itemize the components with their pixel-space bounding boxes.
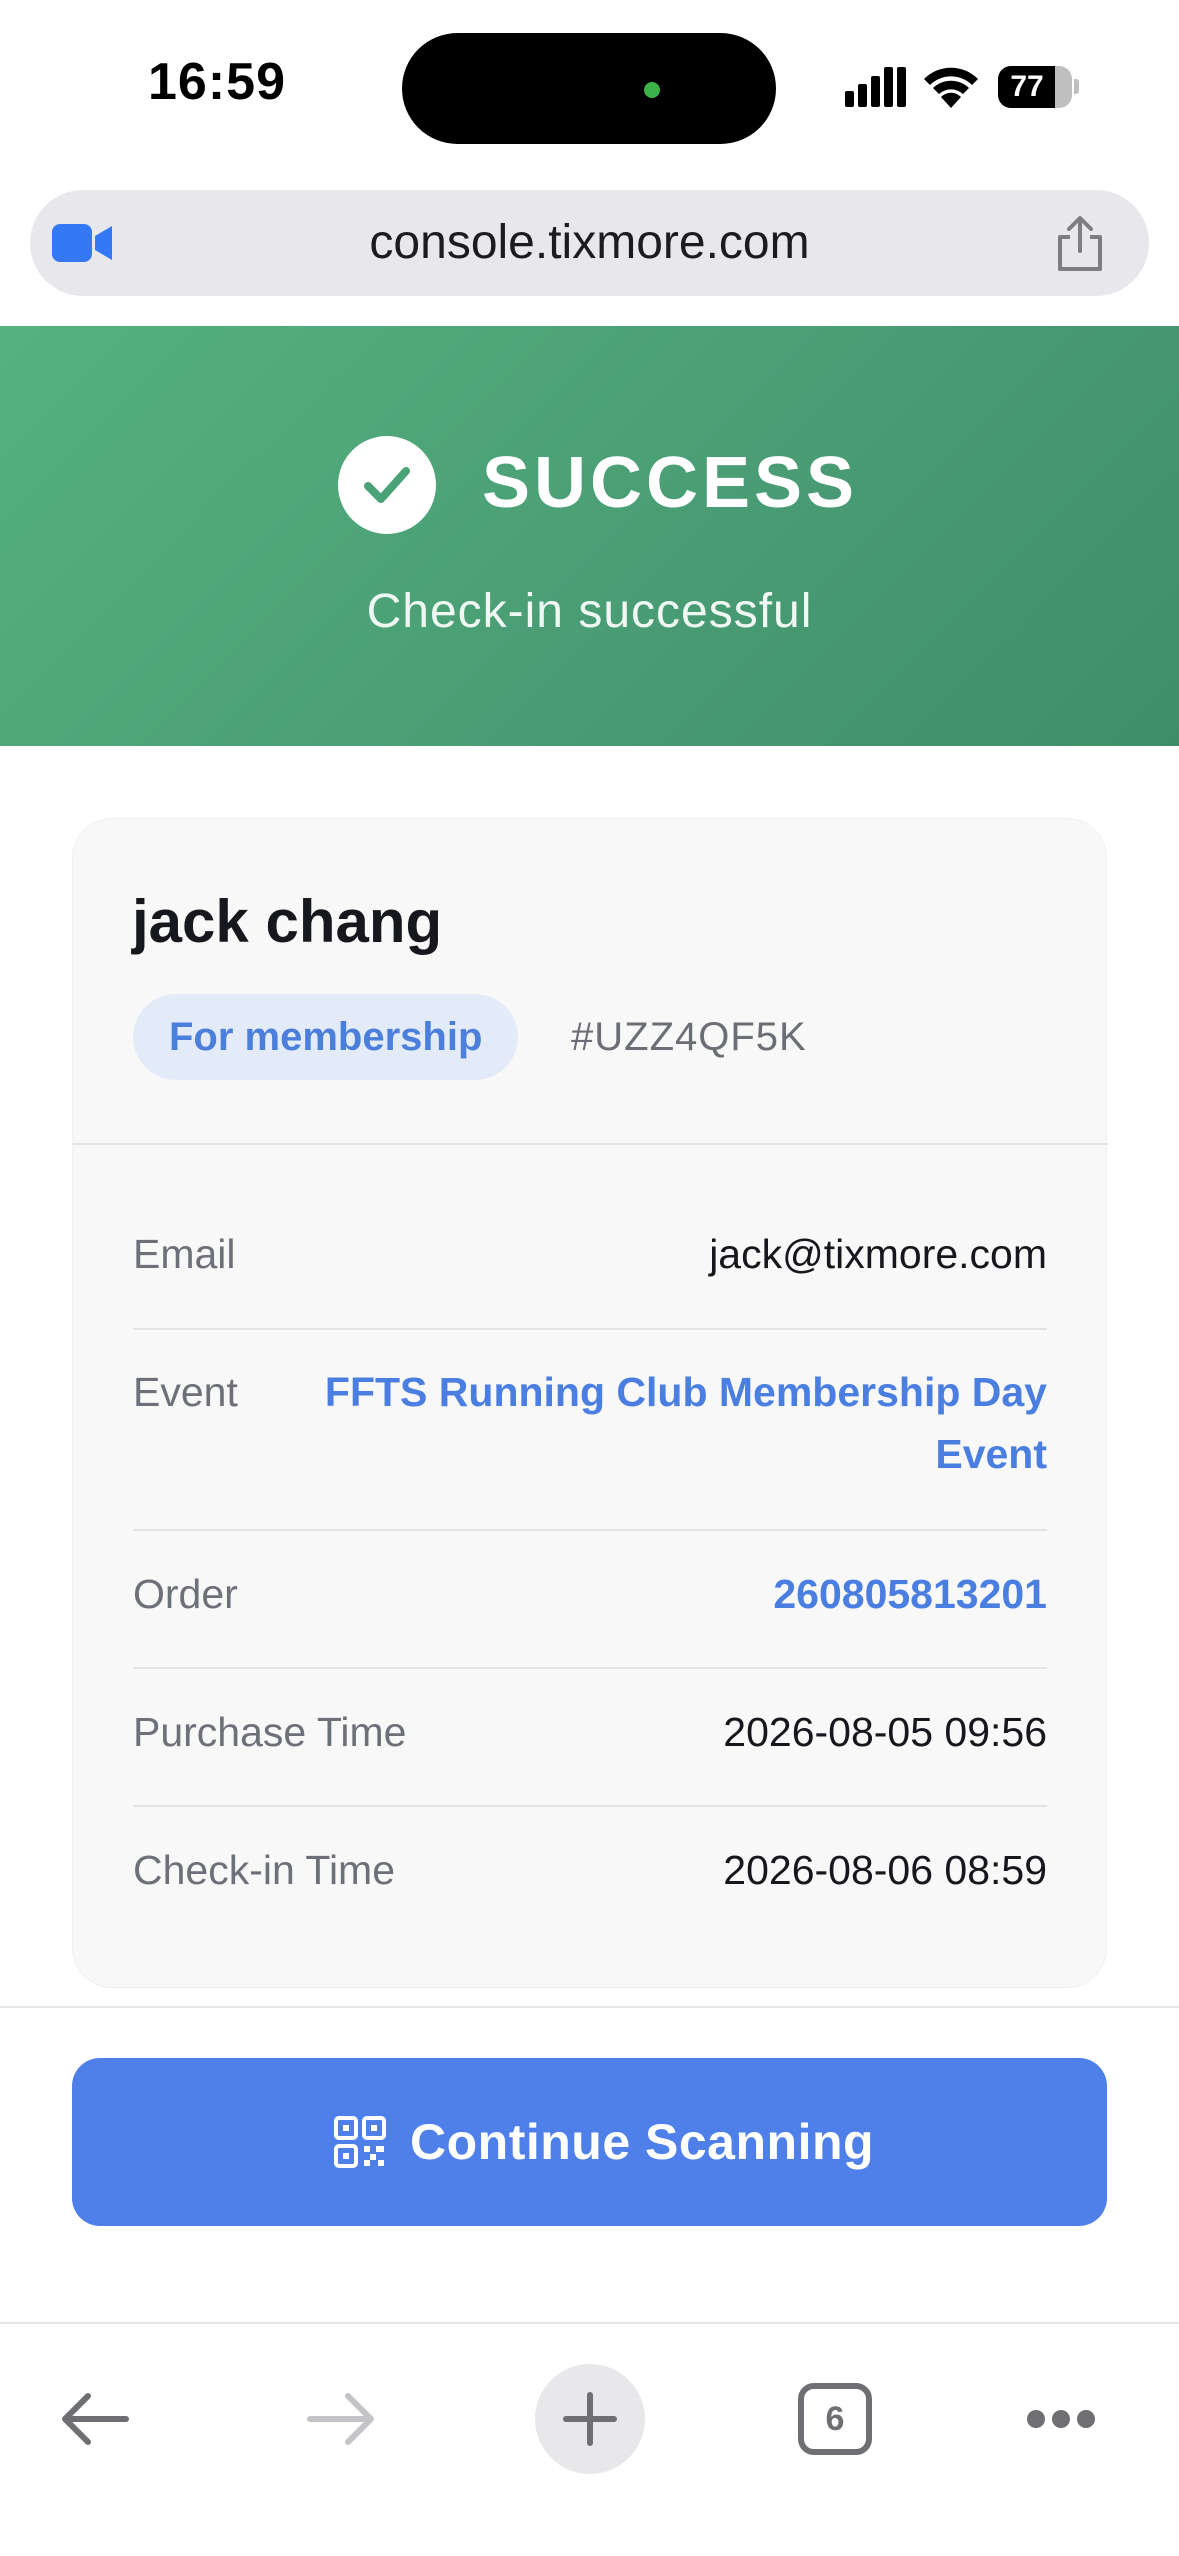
detail-value: jack@tixmore.com bbox=[709, 1231, 1047, 1277]
battery-icon: 77 bbox=[998, 66, 1079, 108]
row-divider bbox=[133, 1805, 1047, 1807]
ellipsis-icon[interactable] bbox=[1025, 2408, 1097, 2430]
qr-code-icon bbox=[334, 2116, 386, 2168]
arrow-right-icon[interactable] bbox=[304, 2390, 378, 2448]
continue-scanning-label[interactable]: Continue Scanning bbox=[410, 2058, 874, 2226]
battery-cap bbox=[1074, 79, 1079, 94]
attendee-card: jack chang For membership #UZZ4QF5K Emai… bbox=[72, 818, 1108, 1988]
cellular-signal-icon bbox=[845, 67, 906, 107]
tabs-count-button[interactable]: 6 bbox=[798, 2383, 872, 2455]
event-link-line2[interactable]: Event bbox=[935, 1431, 1047, 1478]
detail-label: Email bbox=[133, 1231, 236, 1277]
result-subtitle: Check-in successful bbox=[366, 585, 813, 638]
browser-toolbar: 6 bbox=[0, 2322, 1179, 2556]
row-divider bbox=[133, 1529, 1047, 1531]
address-bar[interactable]: console.tixmore.com bbox=[30, 190, 1149, 296]
result-title: SUCCESS bbox=[482, 443, 859, 523]
detail-label: Event bbox=[133, 1369, 238, 1415]
share-icon[interactable] bbox=[1050, 215, 1110, 273]
video-camera-icon[interactable] bbox=[52, 222, 114, 264]
row-divider bbox=[133, 1667, 1047, 1669]
row-divider bbox=[133, 1328, 1047, 1330]
footer-divider bbox=[0, 2006, 1179, 2008]
ticket-type-badge: For membership bbox=[133, 994, 519, 1080]
plus-icon bbox=[563, 2392, 617, 2446]
status-time: 16:59 bbox=[148, 53, 286, 111]
detail-label: Order bbox=[133, 1571, 238, 1617]
event-link-line1[interactable]: FFTS Running Club Membership Day bbox=[325, 1369, 1047, 1416]
ticket-code: #UZZ4QF5K bbox=[571, 1015, 807, 1059]
camera-indicator-dot bbox=[644, 82, 660, 98]
status-bar: 16:59 77 bbox=[0, 0, 1179, 180]
continue-scanning-button[interactable]: Continue Scanning bbox=[72, 2058, 1107, 2226]
wifi-icon bbox=[924, 67, 978, 108]
order-number-link[interactable]: 260805813201 bbox=[773, 1571, 1047, 1618]
detail-value: 2026-08-06 08:59 bbox=[723, 1847, 1047, 1893]
checkmark-icon bbox=[338, 436, 436, 534]
dynamic-island bbox=[402, 33, 776, 144]
detail-label: Purchase Time bbox=[133, 1709, 407, 1755]
detail-value: 2026-08-05 09:56 bbox=[723, 1709, 1047, 1755]
battery-level: 77 bbox=[1010, 70, 1044, 103]
arrow-left-icon[interactable] bbox=[58, 2390, 132, 2448]
success-banner: SUCCESS Check-in successful bbox=[0, 326, 1179, 746]
card-divider bbox=[73, 1143, 1108, 1145]
battery-body: 77 bbox=[998, 66, 1072, 108]
attendee-name: jack chang bbox=[132, 888, 443, 955]
url-text[interactable]: console.tixmore.com bbox=[30, 190, 1149, 296]
new-tab-button[interactable] bbox=[535, 2364, 645, 2474]
detail-label: Check-in Time bbox=[133, 1847, 396, 1893]
